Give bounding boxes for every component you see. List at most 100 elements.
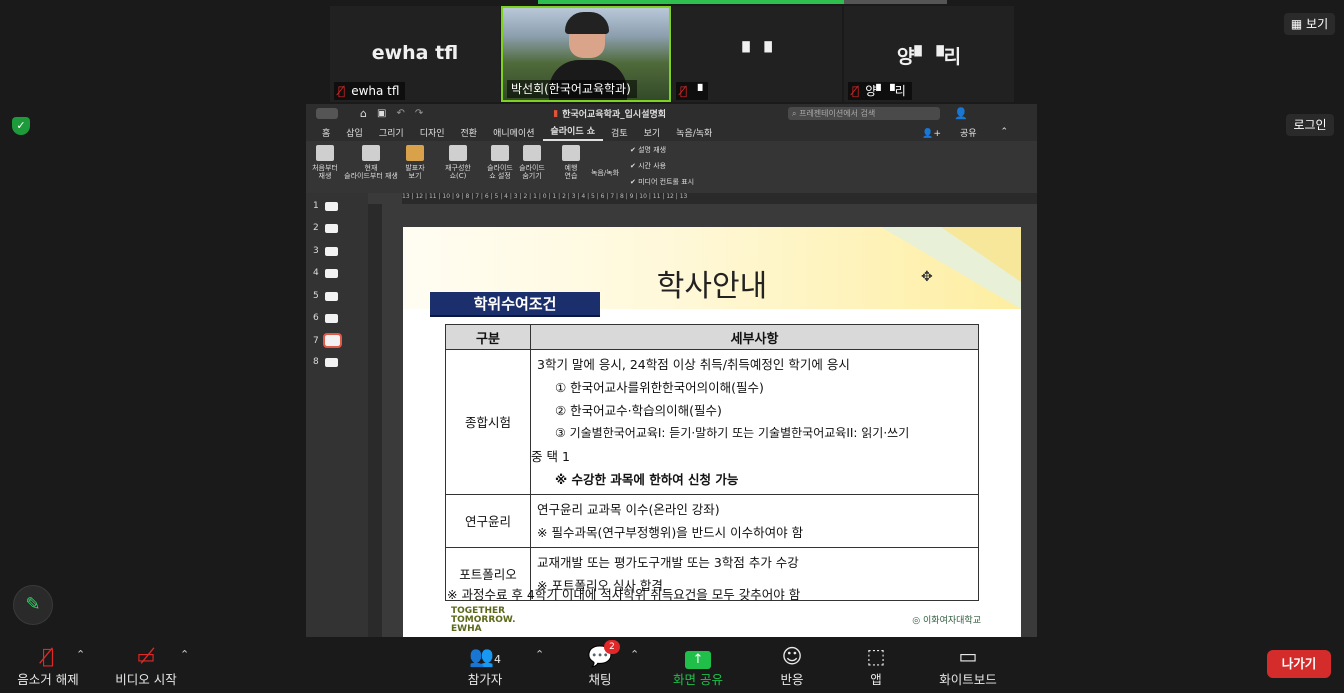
menu-transitions[interactable]: 전환 [453, 126, 486, 139]
slide-thumb-6[interactable]: 6 [313, 313, 338, 323]
play-from-current-button[interactable]: 현재 슬라이드부터 재생 [342, 145, 400, 180]
apps-button[interactable]: ⬚ 앱 [860, 643, 892, 688]
participant-display-name: ▘▝ [742, 42, 772, 64]
ribbon-label: 재구성한 [445, 164, 471, 172]
record-button[interactable]: 녹음/녹화 [588, 169, 622, 177]
menu-review[interactable]: 검토 [603, 126, 636, 139]
menu-record[interactable]: 녹음/녹화 [668, 126, 720, 139]
menu-animations[interactable]: 애니메이션 [485, 126, 542, 139]
menu-slideshow[interactable]: 슬라이드 쇼 [542, 124, 604, 141]
check-show-media-controls[interactable]: ✔ 미디어 컨트롤 표시 [630, 177, 694, 187]
menu-home[interactable]: 홈 [314, 126, 338, 139]
redo-icon[interactable]: ↷ [415, 108, 423, 119]
slide-thumb-3[interactable]: 3 [313, 246, 338, 256]
participant-tile-3[interactable]: ▘▝ 🎙̸ ▝ [672, 6, 842, 102]
reactions-button[interactable]: ☺ 반응 [774, 643, 810, 688]
menu-design[interactable]: 디자인 [412, 126, 453, 139]
security-shield-icon[interactable]: ✓ [12, 117, 30, 135]
slide-number: 2 [313, 223, 319, 233]
participant-label: 양▘▝리 [865, 84, 906, 98]
login-button[interactable]: 로그인 [1286, 114, 1334, 136]
row-details: 연구윤리 교과목 이수(온라인 강좌) ※ 필수과목(연구부정행위)을 반드시 … [530, 494, 979, 548]
table-row: 연구윤리 연구윤리 교과목 이수(온라인 강좌) ※ 필수과목(연구부정행위)을… [445, 494, 979, 548]
presenter-view-button[interactable]: 발표자 보기 [402, 145, 428, 180]
audio-options-chevron-icon[interactable]: ⌃ [76, 648, 85, 661]
menu-insert[interactable]: 삽입 [338, 126, 371, 139]
custom-show-icon [449, 145, 467, 161]
participants-options-chevron-icon[interactable]: ⌃ [535, 648, 544, 661]
participant-name-tag: 🎙̸ ▝ [676, 82, 709, 100]
slide-footnote: ※ 과정수료 후 4학기 이내에 석사학위 취득요건을 모두 갖추어야 함 [447, 587, 801, 602]
unmute-button[interactable]: 🎙̸ 음소거 해제 [14, 643, 82, 688]
ribbon-label: 슬라이드부터 재생 [344, 172, 398, 180]
share-indicator-bar [538, 0, 844, 4]
user-icon[interactable]: 👤 [954, 107, 968, 120]
search-icon: ⌕ [792, 109, 797, 118]
shared-screen-powerpoint: ⌂ ▣ ↶ ↷ ▮ 한국어교육학과_입시설명회 ⌕ 프레젠테이션에서 검색 👤 … [306, 104, 1037, 637]
row-details: 3학기 말에 응시, 24학점 이상 취득/취득예정인 학기에 응시 ① 한국어… [530, 349, 979, 495]
ribbon-label: 예행 [564, 164, 578, 172]
leave-button[interactable]: 나가기 [1267, 650, 1331, 678]
participant-label: ▝ [693, 84, 703, 98]
slide-number: 4 [313, 268, 319, 278]
doc-icon: ▮ [553, 108, 559, 119]
ribbon-label: 슬라이드 [519, 164, 545, 172]
checkbox-label: 설명 재생 [638, 146, 667, 154]
whiteboard-button[interactable]: ▭ 화이트보드 [934, 643, 1002, 688]
home-icon[interactable]: ⌂ [360, 107, 367, 120]
detail-line: 연구윤리 교과목 이수(온라인 강좌) [537, 502, 720, 517]
slide-number: 8 [313, 357, 319, 367]
chat-options-chevron-icon[interactable]: ⌃ [630, 648, 639, 661]
slide-thumb-8[interactable]: 8 [313, 357, 338, 367]
slide-number: 5 [313, 291, 319, 301]
ewha-university-logo: ◎ 이화여자대학교 [912, 613, 981, 626]
detail-line: 3학기 말에 응시, 24학점 이상 취득/취득예정인 학기에 응시 [537, 357, 850, 372]
checkbox-label: 미디어 컨트롤 표시 [638, 178, 695, 186]
save-icon[interactable]: ▣ [377, 108, 386, 119]
ewha-slogan-logo: TOGETHER TOMORROW. EWHA [451, 606, 516, 634]
slide-thumb-7-selected[interactable]: 7 [313, 333, 342, 348]
chat-label: 채팅 [588, 672, 612, 687]
custom-show-button[interactable]: 재구성한 쇼(C) [442, 145, 474, 180]
share-button[interactable]: 👤+ 공유 [906, 126, 992, 139]
grid-icon: ▦ [1290, 17, 1303, 31]
slide-thumb-4[interactable]: 4 [313, 268, 338, 278]
undo-icon[interactable]: ↶ [396, 108, 404, 119]
ppt-titlebar: ⌂ ▣ ↶ ↷ ▮ 한국어교육학과_입시설명회 ⌕ 프레젠테이션에서 검색 👤 [306, 104, 1037, 123]
doc-title: 한국어교육학과_입시설명회 [562, 110, 667, 120]
menu-draw[interactable]: 그리기 [371, 126, 412, 139]
detail-line: ※ 수강한 과목에 한하여 신청 가능 [555, 472, 739, 487]
slide-thumb-1[interactable]: 1 [313, 201, 338, 211]
check-play-narrations[interactable]: ✔ 설명 재생 [630, 145, 666, 155]
slide-thumb-image [322, 333, 342, 348]
participant-tile-4[interactable]: 양▘▝리 🎙̸ 양▘▝리 [844, 6, 1014, 102]
horizontal-ruler: 13 | 12 | 11 | 10 | 9 | 8 | 7 | 6 | 5 | … [402, 193, 1037, 204]
ewha-emblem-icon: ◎ [912, 616, 921, 626]
play-from-start-button[interactable]: 처음부터 재생 [312, 145, 338, 180]
slide-thumb-image [324, 291, 338, 301]
rehearse-timings-button[interactable]: 예행 연습 [558, 145, 584, 180]
slide-thumb-5[interactable]: 5 [313, 291, 338, 301]
slide-canvas[interactable]: 학사안내 ✥ 학위수여조건 구분 세부사항 종합시험 3학기 말에 응시, 24… [403, 227, 1021, 637]
video-options-chevron-icon[interactable]: ⌃ [180, 648, 189, 661]
share-screen-button[interactable]: ↑ 화면 공유 [666, 643, 730, 688]
collapse-ribbon-icon[interactable]: ⌃ [993, 127, 1017, 137]
slide-thumb-image [324, 246, 338, 256]
slideshow-setup-button[interactable]: 슬라이드 쇼 설정 [484, 145, 516, 180]
participants-icon: 👥4 [469, 644, 501, 668]
participant-tile-2-active-speaker[interactable]: 박선회(한국어교육학과) [501, 6, 671, 102]
search-box[interactable]: ⌕ 프레젠테이션에서 검색 [788, 107, 941, 120]
start-video-button[interactable]: ▭̸ 비디오 시작 [111, 643, 181, 688]
sidebar-toggle-icon[interactable] [316, 108, 338, 119]
participant-tile-1[interactable]: ewha tfl 🎙̸ ewha tfl [330, 6, 500, 102]
slide-thumb-2[interactable]: 2 [313, 223, 338, 233]
menu-view[interactable]: 보기 [636, 126, 669, 139]
slide-thumb-image [324, 223, 338, 233]
view-button[interactable]: ▦ 보기 [1284, 13, 1335, 35]
hide-slide-button[interactable]: 슬라이드 숨기기 [516, 145, 548, 180]
video-off-icon: ▭̸ [136, 644, 156, 668]
annotate-pencil-button[interactable]: ✎ [13, 585, 53, 625]
share-screen-icon: ↑ [666, 643, 730, 669]
check-use-timings[interactable]: ✔ 시간 사용 [630, 161, 666, 171]
participants-button[interactable]: 👥4 참가자 [460, 643, 510, 688]
